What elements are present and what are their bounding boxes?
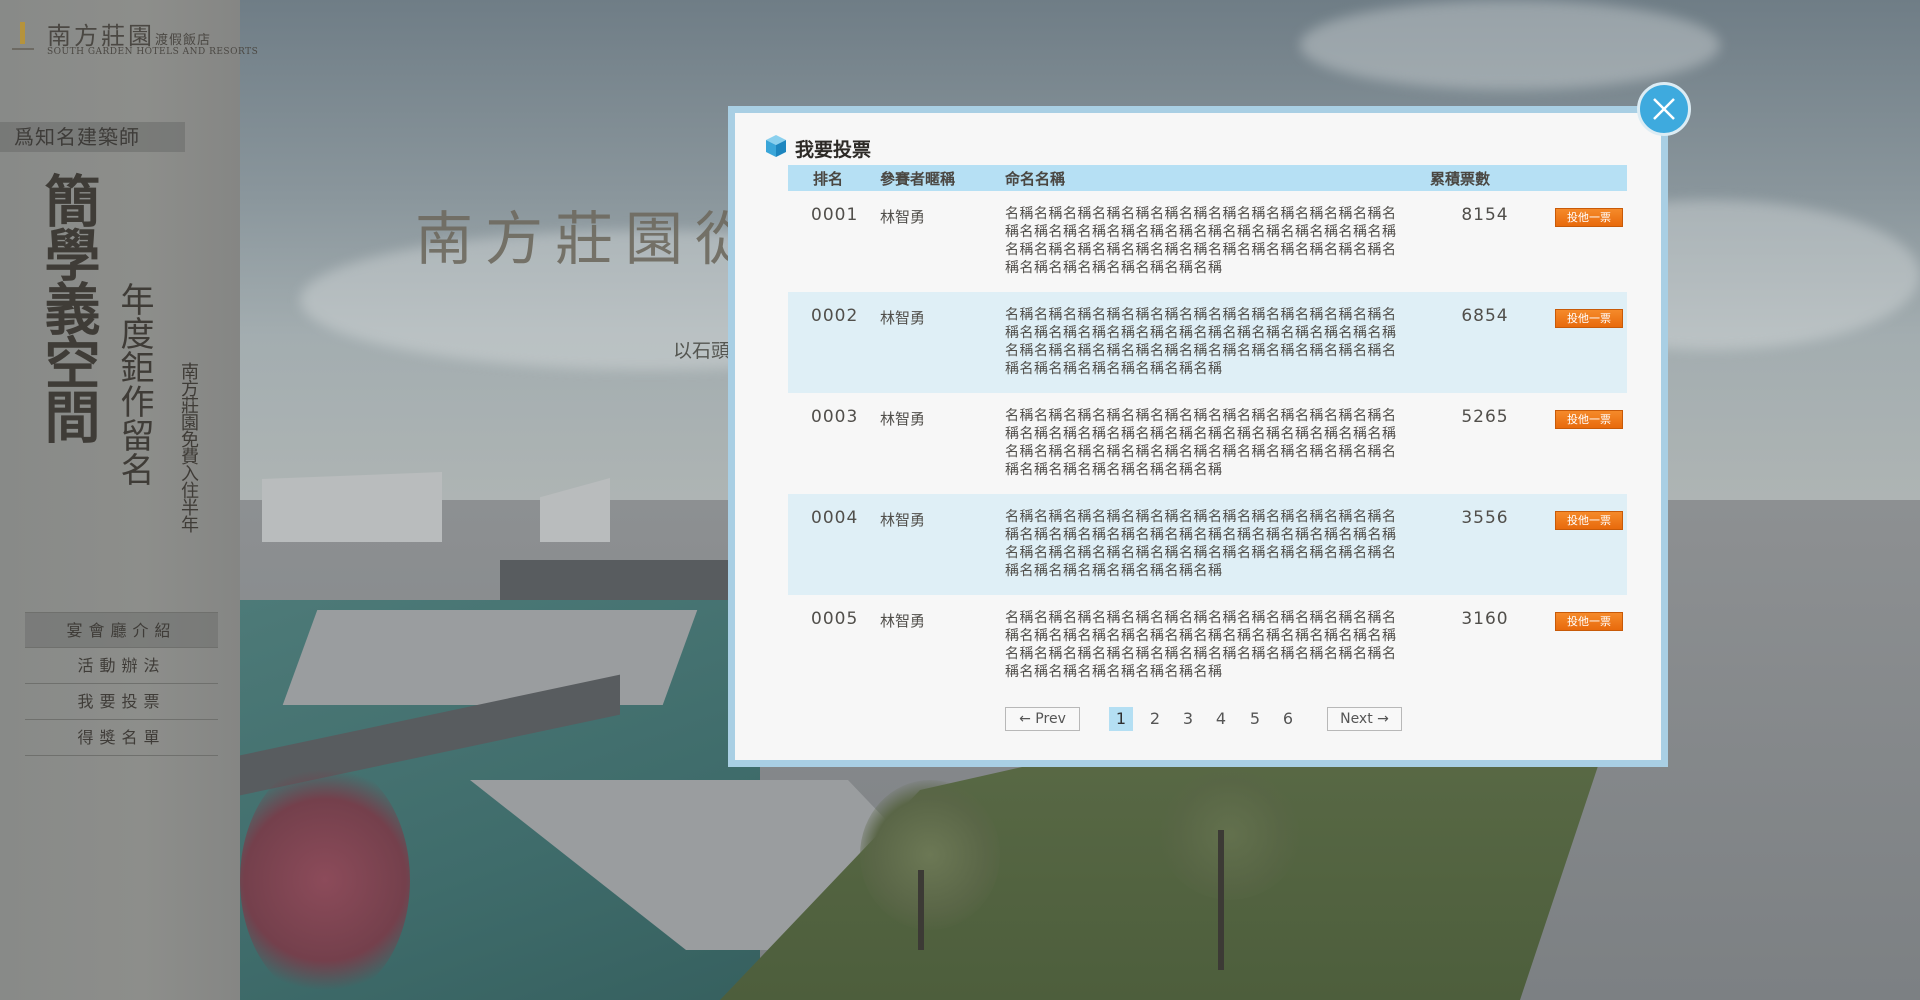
row-participant: 林智勇: [880, 612, 926, 630]
sidebar: 南方莊園渡假飯店 SOUTH GARDEN HOTELS AND RESORTS…: [0, 0, 258, 1000]
nav-item-event-rules[interactable]: 活動辦法: [25, 648, 218, 684]
terrace-slab: [282, 610, 698, 705]
row-votes: 3556: [1461, 508, 1509, 528]
table-row: 0002 林智勇 名稱名稱名稱名稱名稱名稱名稱名稱名稱名稱名稱名稱名稱名稱名稱名…: [788, 292, 1627, 393]
row-rank: 0003: [811, 407, 859, 427]
row-rank: 0004: [811, 508, 859, 528]
col-rank: 排名: [813, 169, 844, 188]
row-rank: 0002: [811, 306, 859, 326]
building: [262, 472, 442, 542]
close-modal-button[interactable]: [1637, 82, 1691, 136]
brand-name-suffix: 渡假飯店: [155, 33, 212, 48]
cube-icon: [765, 134, 787, 162]
page-2[interactable]: 2: [1143, 707, 1167, 731]
vote-modal: 我要投票 排名 參賽者暱稱 命名名稱 累積票數 0001 林智勇 名稱名稱名稱名…: [728, 106, 1668, 767]
page-1[interactable]: 1: [1109, 707, 1133, 731]
nav-item-banquet-hall[interactable]: 宴會廳介紹: [25, 612, 218, 648]
page-4[interactable]: 4: [1209, 707, 1233, 731]
row-votes: 6854: [1461, 306, 1509, 326]
vote-button[interactable]: 投他一票: [1555, 208, 1623, 227]
close-icon: [1653, 98, 1675, 120]
row-rank: 0001: [811, 205, 859, 225]
logo-mark-icon: [12, 22, 34, 50]
row-entry-name: 名稱名稱名稱名稱名稱名稱名稱名稱名稱名稱名稱名稱名稱名稱名稱名稱名稱名稱名稱名稱…: [1005, 509, 1397, 579]
side-banner: 爲知名建築師: [0, 122, 185, 152]
vote-button[interactable]: 投他一票: [1555, 309, 1623, 328]
brand-name: 南方莊園渡假飯店: [47, 22, 212, 50]
next-page-button[interactable]: Next →: [1327, 707, 1402, 731]
table-header: 排名 參賽者暱稱 命名名稱 累積票數: [788, 165, 1627, 191]
row-participant: 林智勇: [880, 309, 926, 327]
headline-vertical: 簡學義空間: [35, 172, 101, 442]
tree: [860, 780, 1000, 930]
table-row: 0001 林智勇 名稱名稱名稱名稱名稱名稱名稱名稱名稱名稱名稱名稱名稱名稱名稱名…: [788, 191, 1627, 292]
brand-name-en: SOUTH GARDEN HOTELS AND RESORTS: [47, 47, 259, 57]
row-votes: 8154: [1461, 205, 1509, 225]
col-votes: 累積票數: [1430, 169, 1491, 188]
page-6[interactable]: 6: [1276, 707, 1300, 731]
col-entry-name: 命名名稱: [1005, 169, 1066, 188]
tree: [240, 760, 410, 1000]
side-nav: 宴會廳介紹 活動辦法 我要投票 得獎名單: [25, 612, 218, 756]
prev-page-button[interactable]: ← Prev: [1005, 707, 1080, 731]
row-participant: 林智勇: [880, 208, 926, 226]
row-entry-name: 名稱名稱名稱名稱名稱名稱名稱名稱名稱名稱名稱名稱名稱名稱名稱名稱名稱名稱名稱名稱…: [1005, 307, 1397, 377]
row-participant: 林智勇: [880, 410, 926, 428]
subheadline-vertical: 年度鉅作留名: [114, 282, 154, 486]
row-entry-name: 名稱名稱名稱名稱名稱名稱名稱名稱名稱名稱名稱名稱名稱名稱名稱名稱名稱名稱名稱名稱…: [1005, 610, 1397, 680]
tree: [1160, 770, 1300, 900]
tagline-vertical: 南方莊園免費入住半年: [178, 362, 199, 532]
row-participant: 林智勇: [880, 511, 926, 529]
page-5[interactable]: 5: [1243, 707, 1267, 731]
background-title: 南方莊園從: [415, 205, 766, 273]
row-votes: 5265: [1461, 407, 1509, 427]
modal-title-text: 我要投票: [795, 138, 872, 161]
modal-title: 我要投票: [765, 135, 871, 161]
pagination: ← Prev 1 2 3 4 5 6 Next →: [735, 707, 1661, 733]
brand-logo[interactable]: 南方莊園渡假飯店 SOUTH GARDEN HOTELS AND RESORTS: [10, 16, 258, 61]
row-rank: 0005: [811, 609, 859, 629]
page-3[interactable]: 3: [1176, 707, 1200, 731]
cloud: [1300, 0, 1720, 90]
vote-table: 排名 參賽者暱稱 命名名稱 累積票數 0001 林智勇 名稱名稱名稱名稱名稱名稱…: [788, 165, 1627, 696]
background-subtitle: 以石頭: [673, 340, 731, 362]
row-votes: 3160: [1461, 609, 1509, 629]
vote-modal-body: 我要投票 排名 參賽者暱稱 命名名稱 累積票數 0001 林智勇 名稱名稱名稱名…: [735, 113, 1661, 760]
table-row: 0003 林智勇 名稱名稱名稱名稱名稱名稱名稱名稱名稱名稱名稱名稱名稱名稱名稱名…: [788, 393, 1627, 494]
tree-trunk: [1218, 830, 1224, 970]
vote-button[interactable]: 投他一票: [1555, 410, 1623, 429]
table-row: 0004 林智勇 名稱名稱名稱名稱名稱名稱名稱名稱名稱名稱名稱名稱名稱名稱名稱名…: [788, 494, 1627, 595]
row-entry-name: 名稱名稱名稱名稱名稱名稱名稱名稱名稱名稱名稱名稱名稱名稱名稱名稱名稱名稱名稱名稱…: [1005, 408, 1397, 478]
nav-item-vote[interactable]: 我要投票: [25, 684, 218, 720]
tree-trunk: [918, 870, 924, 950]
col-participant: 參賽者暱稱: [880, 169, 956, 188]
nav-item-winners[interactable]: 得獎名單: [25, 720, 218, 756]
row-entry-name: 名稱名稱名稱名稱名稱名稱名稱名稱名稱名稱名稱名稱名稱名稱名稱名稱名稱名稱名稱名稱…: [1005, 206, 1397, 276]
table-row: 0005 林智勇 名稱名稱名稱名稱名稱名稱名稱名稱名稱名稱名稱名稱名稱名稱名稱名…: [788, 595, 1627, 696]
vote-button[interactable]: 投他一票: [1555, 511, 1623, 530]
vote-button[interactable]: 投他一票: [1555, 612, 1623, 631]
